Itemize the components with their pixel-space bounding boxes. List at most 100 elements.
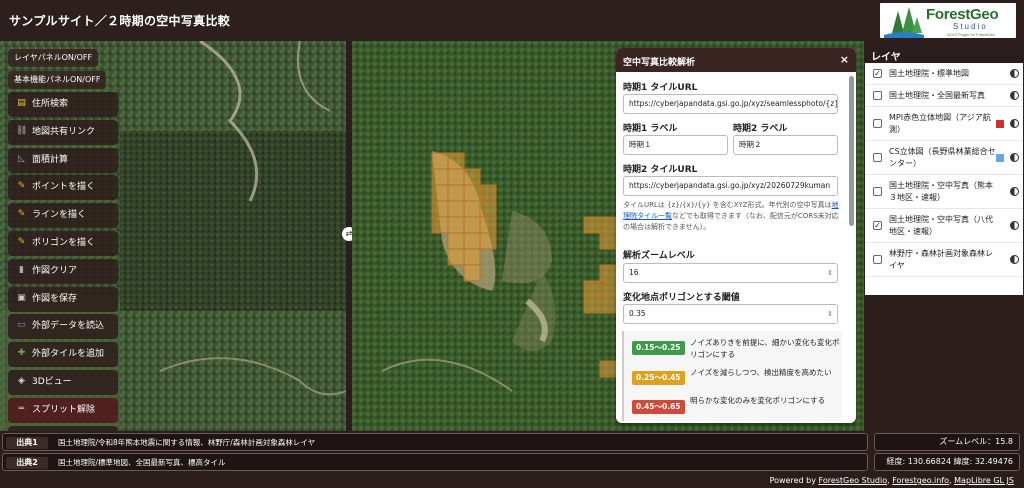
aerial-compare-dialog: 空中写真比較解析 × 時期1 タイルURL https://cyberjapan… bbox=[616, 48, 856, 423]
menu-item-12[interactable]: ═ スプリット解除 bbox=[8, 397, 118, 423]
change-cell bbox=[463, 184, 481, 202]
split-icon: ═ bbox=[18, 403, 25, 414]
menu-item-10[interactable]: ✚ 外部タイルを追加 bbox=[8, 342, 118, 368]
legend-text-high: 明らかな変化のみを変化ポリゴンにする bbox=[690, 396, 826, 405]
threshold-input[interactable]: 0.35 ⇕ bbox=[623, 304, 838, 324]
menu-item-9[interactable]: ▭ 外部データを読込 bbox=[8, 314, 118, 340]
opacity-toggle-icon[interactable] bbox=[1010, 119, 1019, 128]
change-cell bbox=[431, 152, 449, 170]
change-cell bbox=[479, 184, 497, 202]
pencil-icon: ✎ bbox=[17, 237, 26, 247]
change-cell bbox=[431, 168, 449, 186]
source2-text: 国土地理院/標準地図、全国最新写真、標高タイル bbox=[58, 458, 226, 467]
notebook-icon: ▤ bbox=[17, 98, 26, 108]
change-cell bbox=[447, 200, 465, 218]
zoom-level-input[interactable]: 16 ⇕ bbox=[623, 263, 838, 283]
change-cell bbox=[447, 232, 465, 250]
change-cell bbox=[463, 168, 481, 186]
pencil-icon: ✎ bbox=[17, 209, 26, 220]
logo-main-text: ForestGeo bbox=[926, 6, 999, 23]
legend-text-mid: ノイズを減らしつつ、検出精度を高めたい bbox=[690, 368, 832, 377]
tree-logo-icon bbox=[884, 7, 924, 38]
layer-label: 国土地理院・空中写真（八代地区・速報） bbox=[889, 215, 993, 236]
opacity-toggle-icon[interactable] bbox=[1010, 187, 1019, 196]
menu-item-11[interactable]: ◈ 3Dビュー bbox=[8, 370, 118, 395]
menu-item-1[interactable]: ▤ 住所検索 bbox=[8, 92, 118, 117]
layer-item[interactable]: ✓ 国土地理院・空中写真（八代地区・速報） bbox=[865, 209, 1023, 243]
layer-checkbox[interactable] bbox=[873, 119, 882, 128]
source1-label: 出典1 bbox=[6, 437, 48, 449]
label2-input[interactable]: 時期２ bbox=[733, 135, 838, 155]
menu-item-label: ポリゴンを描く bbox=[32, 238, 96, 248]
layer-label: CS立体図（長野県林業総合センター） bbox=[889, 147, 996, 168]
menu-item-label: 地図共有リンク bbox=[32, 126, 96, 137]
menu-item-2[interactable]: ⛓ 地図共有リンク bbox=[8, 119, 118, 145]
layer-color-swatch bbox=[996, 154, 1004, 162]
layer-checkbox[interactable] bbox=[873, 153, 882, 162]
layer-panel-title: レイヤ bbox=[871, 52, 901, 63]
opacity-toggle-icon[interactable] bbox=[1010, 69, 1019, 78]
layer-checkbox[interactable] bbox=[873, 91, 882, 100]
change-cell bbox=[599, 216, 617, 234]
layer-item[interactable]: 国土地理院・空中写真（熊本３地区・速報） bbox=[865, 175, 1023, 209]
menu-item-3[interactable]: ◺ 面積計算 bbox=[8, 147, 118, 173]
tile1-url-input[interactable]: https://cyberjapandata.gsi.go.jp/xyz/sea… bbox=[623, 94, 838, 114]
tile2-label: 時期2 タイルURL bbox=[623, 165, 698, 175]
change-cell bbox=[479, 216, 497, 234]
forestgeo-info-link[interactable]: Forestgeo.info bbox=[892, 476, 949, 485]
label1-input[interactable]: 時期１ bbox=[623, 135, 728, 155]
layer-item[interactable]: 林野庁・森林計画対象森林レイヤ bbox=[865, 243, 1023, 277]
menu-item-7[interactable]: ▮ 作図クリア bbox=[8, 258, 118, 284]
base-panel-toggle[interactable]: 基本機能パネルON/OFF bbox=[8, 71, 107, 89]
opacity-toggle-icon[interactable] bbox=[1010, 153, 1019, 162]
menu-item-6[interactable]: ✎ ポリゴンを描く bbox=[8, 231, 118, 256]
change-cell bbox=[463, 248, 481, 266]
spinner-icon[interactable]: ⇕ bbox=[827, 264, 833, 282]
page-title: サンプルサイト／２時期の空中写真比較 bbox=[9, 14, 231, 28]
map-area[interactable]: ⇄ レイヤパネルON/OFF 基本機能パネルON/OFF ▤ 住所検索 ⛓ 地図… bbox=[0, 41, 864, 431]
layer-color-swatch bbox=[996, 120, 1004, 128]
layer-label: MPI赤色立体地図（アジア航測） bbox=[889, 113, 991, 134]
coordinate-readout: 経度: 130.66824 緯度: 32.49476 bbox=[874, 453, 1020, 471]
layer-item[interactable]: CS立体図（長野県林業総合センター） bbox=[865, 141, 1023, 175]
menu-item-label: ポイントを描く bbox=[32, 182, 96, 193]
menu-item-8[interactable]: ▣ 作図を保存 bbox=[8, 286, 118, 312]
menu-item-label: スプリット解除 bbox=[32, 404, 96, 415]
change-cell bbox=[479, 232, 497, 250]
tile1-label: 時期1 タイルURL bbox=[623, 83, 698, 93]
source1-text: 国土地理院/令和8年熊本地震に関する情報、林野庁/森林計画対象森林レイヤ bbox=[58, 438, 316, 447]
opacity-toggle-icon[interactable] bbox=[1010, 221, 1019, 230]
opacity-toggle-icon[interactable] bbox=[1010, 255, 1019, 264]
menu-item-5[interactable]: ✎ ラインを描く bbox=[8, 203, 118, 229]
label2-label: 時期2 ラベル bbox=[733, 124, 788, 134]
maplibre-link[interactable]: MapLibre GL JS bbox=[954, 476, 1014, 485]
change-cell bbox=[447, 184, 465, 202]
change-cell bbox=[599, 264, 617, 282]
layer-checkbox[interactable] bbox=[873, 255, 882, 264]
forestgeo-studio-link[interactable]: ForestGeo Studio bbox=[819, 476, 888, 485]
dialog-scrollbar[interactable] bbox=[849, 76, 854, 226]
change-cell bbox=[431, 200, 449, 218]
note-text-pre: タイルURLは {z}/{x}/{y} を含むXYZ形式。年代別の空中写真は bbox=[623, 201, 832, 209]
spinner-icon[interactable]: ⇕ bbox=[827, 305, 833, 323]
layer-item[interactable]: MPI赤色立体地図（アジア航測） bbox=[865, 107, 1023, 141]
layer-checkbox[interactable]: ✓ bbox=[873, 69, 882, 78]
layer-checkbox[interactable] bbox=[873, 187, 882, 196]
layer-checkbox[interactable]: ✓ bbox=[873, 221, 882, 230]
layer-item[interactable]: 国土地理院・全国最新写真 bbox=[865, 85, 1023, 107]
close-icon[interactable]: × bbox=[840, 53, 849, 66]
layer-item[interactable]: ✓ 国土地理院・標準地図 bbox=[865, 63, 1023, 85]
layer-panel-toggle[interactable]: レイヤパネルON/OFF bbox=[8, 49, 99, 67]
source1-box: 出典1 国土地理院/令和8年熊本地震に関する情報、林野庁/森林計画対象森林レイヤ bbox=[2, 433, 868, 451]
menu-item-4[interactable]: ✎ ポイントを描く bbox=[8, 175, 118, 201]
change-cell bbox=[583, 280, 601, 298]
threshold-label: 変化地点ポリゴンとする閾値 bbox=[623, 293, 740, 303]
tile2-url-input[interactable]: https://cyberjapandata.gsi.go.jp/xyz/202… bbox=[623, 176, 838, 196]
menu-item-label: 作図クリア bbox=[32, 265, 78, 276]
logo-tagline: QGIS Plugin for ForestGeo bbox=[947, 32, 996, 37]
menu-item-label: 住所検索 bbox=[32, 99, 69, 109]
forestgeo-logo[interactable]: ForestGeo Studio QGIS Plugin for ForestG… bbox=[880, 3, 1016, 38]
opacity-toggle-icon[interactable] bbox=[1010, 91, 1019, 100]
change-cell bbox=[447, 248, 465, 266]
legend-text-low: ノイズありきを前提に、細かい変化も変化ポリゴンにする bbox=[690, 338, 840, 359]
